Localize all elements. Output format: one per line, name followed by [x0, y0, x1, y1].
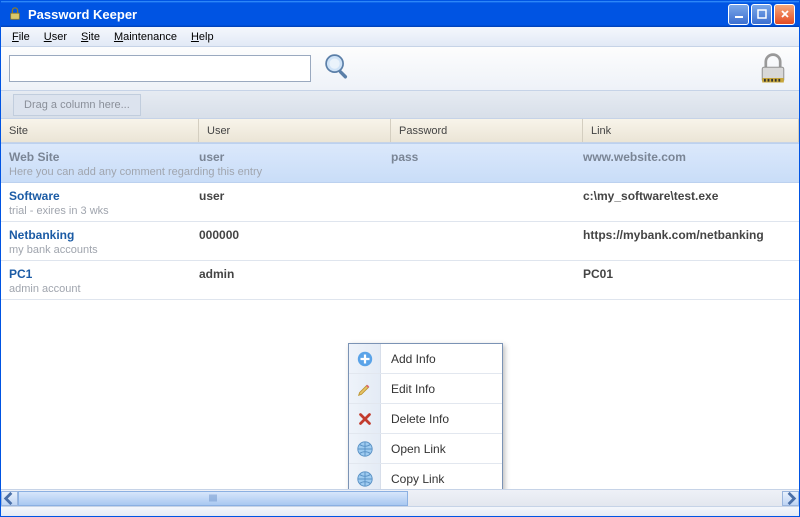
cell-site: PC1 [1, 267, 199, 281]
titlebar: Password Keeper [1, 1, 799, 27]
cross-icon [349, 404, 381, 433]
cell-site: Software [1, 189, 199, 203]
group-by-bar[interactable]: Drag a column here... [1, 91, 799, 119]
table-body: Web Site user pass www.website.com Here … [1, 143, 799, 489]
table-row[interactable]: Web Site user pass www.website.com Here … [1, 143, 799, 183]
menu-maintenance[interactable]: Maintenance [107, 29, 184, 45]
search-icon[interactable] [321, 50, 355, 87]
minimize-button[interactable] [728, 4, 749, 25]
ctx-label: Add Info [381, 352, 436, 366]
globe-icon [349, 464, 381, 489]
statusbar [1, 506, 799, 516]
cell-comment: Here you can add any comment regarding t… [1, 166, 799, 178]
column-header-user[interactable]: User [199, 119, 391, 142]
search-input[interactable] [10, 56, 310, 81]
menubar: File User Site Maintenance Help [1, 27, 799, 47]
cell-site: Netbanking [1, 228, 199, 242]
cell-link: https://mybank.com/netbanking [583, 228, 799, 242]
context-menu: Add Info Edit Info Delete Info Open Link… [348, 343, 503, 489]
plus-icon [349, 344, 381, 373]
cell-link: www.website.com [583, 150, 799, 164]
cell-site: Web Site [1, 150, 199, 164]
menu-file[interactable]: File [5, 29, 37, 45]
menu-site[interactable]: Site [74, 29, 107, 45]
cell-user: admin [199, 267, 391, 281]
scroll-left-button[interactable] [1, 491, 18, 506]
ctx-open-link[interactable]: Open Link [349, 434, 502, 464]
cell-password: pass [391, 150, 583, 164]
ctx-label: Open Link [381, 442, 446, 456]
menu-user[interactable]: User [37, 29, 74, 45]
app-icon [7, 6, 23, 22]
table-row[interactable]: PC1 admin PC01 admin account [1, 261, 799, 300]
cell-comment: my bank accounts [1, 244, 799, 256]
ctx-label: Edit Info [381, 382, 435, 396]
ctx-label: Copy Link [381, 472, 444, 486]
search-box [9, 55, 311, 82]
cell-password [391, 267, 583, 281]
horizontal-scrollbar[interactable] [1, 489, 799, 506]
cell-user: 000000 [199, 228, 391, 242]
globe-icon [349, 434, 381, 463]
maximize-button[interactable] [751, 4, 772, 25]
cell-link: c:\my_software\test.exe [583, 189, 799, 203]
app-window: Password Keeper File User Site Maintenan… [0, 0, 800, 517]
cell-link: PC01 [583, 267, 799, 281]
close-button[interactable] [774, 4, 795, 25]
scroll-right-button[interactable] [782, 491, 799, 506]
ctx-add-info[interactable]: Add Info [349, 344, 502, 374]
table-row[interactable]: Netbanking 000000 https://mybank.com/net… [1, 222, 799, 261]
ctx-copy-link[interactable]: Copy Link [349, 464, 502, 489]
cell-comment: admin account [1, 283, 799, 295]
cell-user: user [199, 189, 391, 203]
lock-icon [755, 51, 791, 90]
cell-password [391, 189, 583, 203]
cell-user: user [199, 150, 391, 164]
pencil-icon [349, 374, 381, 403]
scroll-track[interactable] [18, 491, 782, 506]
column-header-link[interactable]: Link [583, 119, 799, 142]
scroll-thumb[interactable] [18, 491, 408, 506]
app-title: Password Keeper [28, 7, 728, 22]
window-controls [728, 4, 795, 25]
toolbar [1, 47, 799, 91]
table-row[interactable]: Software user c:\my_software\test.exe tr… [1, 183, 799, 222]
cell-password [391, 228, 583, 242]
cell-comment: trial - exires in 3 wks [1, 205, 799, 217]
column-header-password[interactable]: Password [391, 119, 583, 142]
ctx-label: Delete Info [381, 412, 449, 426]
group-drop-hint: Drag a column here... [13, 94, 141, 116]
menu-help[interactable]: Help [184, 29, 221, 45]
ctx-delete-info[interactable]: Delete Info [349, 404, 502, 434]
ctx-edit-info[interactable]: Edit Info [349, 374, 502, 404]
column-header-site[interactable]: Site [1, 119, 199, 142]
table-header: Site User Password Link [1, 119, 799, 143]
